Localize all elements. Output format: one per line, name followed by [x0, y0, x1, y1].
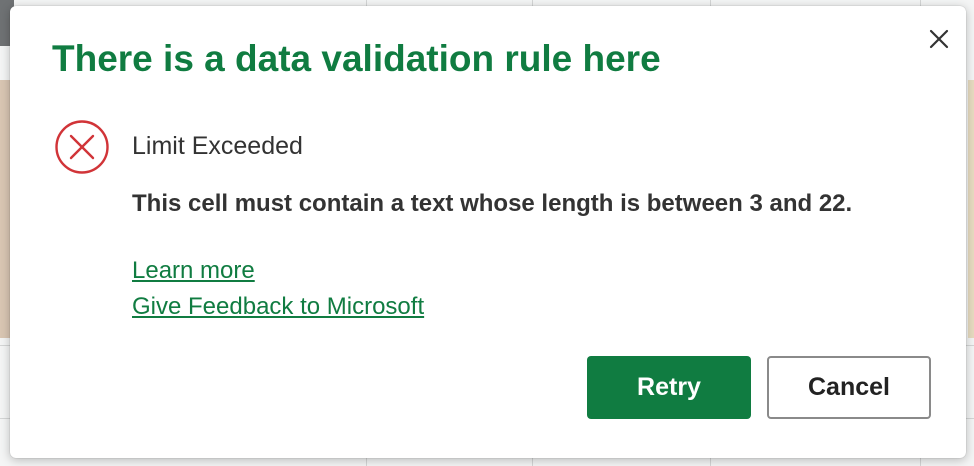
retry-button[interactable]: Retry: [587, 356, 751, 419]
give-feedback-link[interactable]: Give Feedback to Microsoft: [132, 293, 424, 321]
close-button[interactable]: [926, 26, 952, 52]
cancel-button[interactable]: Cancel: [767, 356, 931, 419]
error-message: This cell must contain a text whose leng…: [132, 190, 853, 217]
error-circle-x-icon: [54, 119, 110, 175]
dialog-title: There is a data validation rule here: [52, 38, 661, 79]
data-validation-dialog: There is a data validation rule here Lim…: [10, 6, 966, 458]
close-icon: [929, 29, 949, 49]
background-cell: [968, 80, 974, 338]
learn-more-link[interactable]: Learn more: [132, 257, 255, 285]
error-heading: Limit Exceeded: [132, 132, 303, 160]
